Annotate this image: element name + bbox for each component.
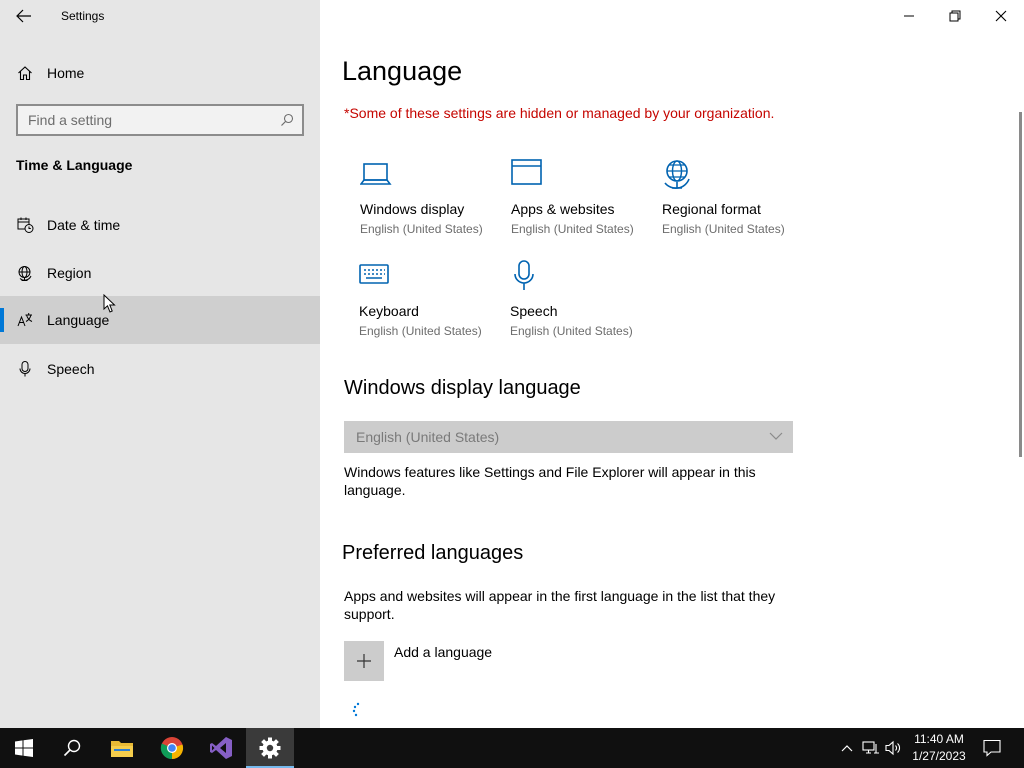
taskbar-search-button[interactable] [48, 728, 96, 768]
show-hidden-icons-button[interactable] [838, 728, 856, 768]
network-button[interactable] [860, 728, 882, 768]
regional-format-icon [664, 160, 690, 189]
clock[interactable]: 11:40 AM 1/27/2023 [900, 731, 978, 765]
tile-title: Windows display [360, 201, 465, 217]
microphone-icon [19, 361, 31, 377]
sidebar-item-language[interactable]: Language [0, 296, 320, 344]
section-title: Time & Language [16, 157, 133, 173]
close-icon [995, 10, 1007, 22]
action-center-button[interactable] [978, 728, 1006, 768]
tile-subtitle: English (United States) [360, 222, 483, 236]
sidebar-home[interactable]: Home [0, 58, 320, 88]
scrollbar[interactable] [1019, 112, 1022, 457]
sidebar-item-label: Language [47, 312, 110, 328]
preferred-languages-description: Apps and websites will appear in the fir… [344, 588, 776, 622]
taskbar-chrome[interactable] [148, 728, 196, 768]
keyboard-icon [359, 264, 389, 284]
tile-title: Apps & websites [511, 201, 615, 217]
restore-button[interactable] [932, 0, 978, 32]
chevron-down-icon [769, 432, 783, 440]
add-language-box [344, 641, 384, 681]
tile-windows-display[interactable]: Windows display English (United States) [360, 158, 505, 248]
tile-title: Speech [510, 303, 558, 319]
sidebar-item-date-time[interactable]: Date & time [0, 201, 320, 249]
app-title: Settings [61, 9, 105, 23]
file-explorer-icon [111, 741, 133, 757]
chrome-icon [160, 737, 184, 760]
search-placeholder: Find a setting [28, 112, 113, 128]
window-controls [886, 0, 1024, 32]
sidebar: Settings Home Find a setting Time & Lang… [0, 0, 320, 728]
date-time-icon [17, 217, 34, 233]
minimize-icon [904, 15, 914, 17]
managed-warning: *Some of these settings are hidden or ma… [344, 105, 775, 121]
laptop-icon [360, 163, 392, 185]
globe-icon [18, 266, 32, 281]
tile-subtitle: English (United States) [510, 324, 633, 338]
tile-speech[interactable]: Speech English (United States) [510, 260, 655, 350]
preferred-languages-heading: Preferred languages [342, 542, 524, 564]
search-input[interactable]: Find a setting [16, 104, 304, 136]
chevron-up-icon [841, 745, 853, 752]
minimize-button[interactable] [886, 0, 932, 32]
display-language-heading: Windows display language [344, 377, 581, 399]
taskbar-visual-studio[interactable] [197, 728, 245, 768]
restore-icon [949, 10, 961, 22]
main-panel: Language *Some of these settings are hid… [320, 0, 1024, 728]
plus-icon [357, 654, 371, 668]
sidebar-item-region[interactable]: Region [0, 249, 320, 297]
microphone-icon [514, 260, 534, 290]
browser-window-icon [511, 159, 542, 185]
tile-title: Keyboard [359, 303, 419, 319]
tile-title: Regional format [662, 201, 761, 217]
search-icon [281, 113, 294, 126]
tile-subtitle: English (United States) [511, 222, 634, 236]
network-icon [862, 741, 879, 754]
tile-subtitle: English (United States) [359, 324, 482, 338]
close-button[interactable] [978, 0, 1024, 32]
sidebar-item-label: Speech [47, 361, 95, 377]
start-icon [15, 739, 33, 757]
home-icon [18, 66, 32, 81]
display-language-description: Windows features like Settings and File … [344, 464, 756, 498]
settings-icon [259, 737, 281, 759]
search-icon [63, 739, 81, 757]
titlebar: Settings [0, 0, 320, 32]
dropdown-value: English (United States) [356, 429, 500, 445]
tile-apps-websites[interactable]: Apps & websites English (United States) [511, 158, 656, 248]
add-language-label: Add a language [394, 644, 493, 660]
taskbar-settings[interactable] [246, 728, 294, 768]
mouse-cursor-icon [103, 294, 116, 313]
tile-regional-format[interactable]: Regional format English (United States) [662, 158, 807, 248]
visual-studio-icon [210, 737, 232, 759]
back-arrow-icon [16, 9, 31, 23]
language-icon [17, 313, 33, 327]
start-button[interactable] [0, 728, 48, 768]
sidebar-item-label: Date & time [47, 217, 121, 233]
sidebar-home-label: Home [47, 65, 85, 81]
tile-keyboard[interactable]: Keyboard English (United States) [359, 260, 504, 350]
sidebar-item-speech[interactable]: Speech [0, 345, 320, 393]
display-language-dropdown[interactable]: English (United States) [344, 421, 793, 453]
add-language-button[interactable]: Add a language [344, 641, 544, 681]
taskbar: 11:40 AM 1/27/2023 [0, 728, 1024, 768]
notification-icon [983, 739, 1001, 757]
clock-time: 11:40 AM [914, 732, 964, 746]
loading-spinner-icon [352, 702, 360, 717]
sidebar-item-label: Region [47, 265, 92, 281]
taskbar-file-explorer[interactable] [98, 728, 146, 768]
page-title: Language [342, 56, 463, 86]
tile-subtitle: English (United States) [662, 222, 785, 236]
back-button[interactable] [12, 6, 36, 26]
clock-date: 1/27/2023 [912, 749, 966, 763]
